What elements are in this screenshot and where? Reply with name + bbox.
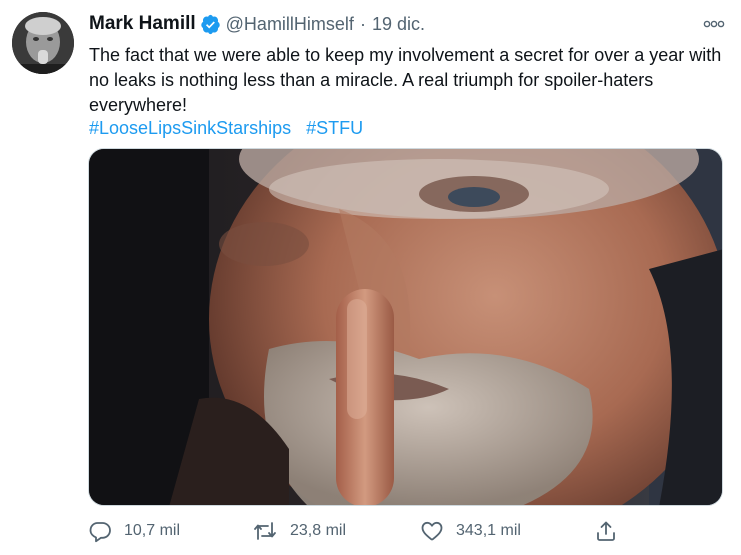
retweet-icon xyxy=(252,519,278,543)
author-name[interactable]: Mark Hamill xyxy=(89,13,196,35)
verified-badge-icon xyxy=(200,14,221,35)
heart-icon xyxy=(420,519,444,543)
reply-icon xyxy=(88,519,112,543)
hashtag-list: #LooseLipsSinkStarships #STFU xyxy=(89,116,373,141)
hashtag-link[interactable]: #STFU xyxy=(306,118,363,138)
like-count: 343,1 mil xyxy=(456,522,521,539)
reply-count: 10,7 mil xyxy=(124,522,181,539)
share-button[interactable] xyxy=(594,518,618,544)
avatar[interactable] xyxy=(12,12,74,74)
tweet-actions: 10,7 mil 23,8 mil 343,1 mil xyxy=(88,518,728,544)
retweet-count: 23,8 mil xyxy=(290,522,347,539)
share-icon xyxy=(594,519,618,543)
tweet-card[interactable]: Mark Hamill @HamillHimself · 19 dic. The… xyxy=(0,0,741,555)
author-handle[interactable]: @HamillHimself xyxy=(226,14,354,35)
like-button[interactable]: 343,1 mil xyxy=(420,518,521,544)
header-separator: · xyxy=(359,13,366,34)
tweet-header: Mark Hamill @HamillHimself · 19 dic. xyxy=(89,12,425,36)
media-photo xyxy=(89,149,722,505)
reply-button[interactable]: 10,7 mil xyxy=(88,518,180,544)
tweet-date[interactable]: 19 dic. xyxy=(372,14,425,35)
tweet-media-image[interactable] xyxy=(88,148,723,506)
more-horizontal-icon[interactable] xyxy=(701,14,727,34)
tweet-text: The fact that we were able to keep my in… xyxy=(89,45,722,115)
retweet-button[interactable]: 23,8 mil xyxy=(252,518,346,544)
hashtag-link[interactable]: #LooseLipsSinkStarships xyxy=(89,118,291,138)
